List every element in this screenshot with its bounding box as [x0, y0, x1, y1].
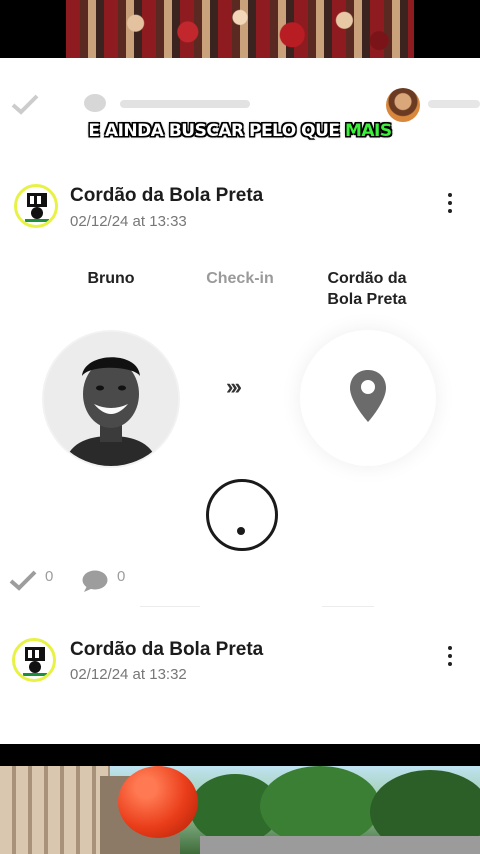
checkin-user-name: Bruno: [87, 270, 135, 287]
like-check-icon[interactable]: [9, 569, 37, 591]
user-photo-icon: [44, 332, 178, 466]
place-name-line2: Bola Preta: [327, 291, 407, 308]
top-crowd-photo: [66, 0, 414, 58]
checkin-action-label: Check-in: [206, 270, 274, 287]
checkin-arrow-icon: ›››: [226, 374, 242, 399]
divider: [140, 606, 200, 607]
video-frame: E AINDA BUSCAR PELO QUE MAIS Cordão da B…: [0, 0, 480, 854]
post-title-2[interactable]: Cordão da Bola Preta: [70, 639, 263, 661]
loading-spinner-icon: [206, 479, 278, 551]
group-logo-avatar[interactable]: [14, 184, 58, 228]
bottom-street-photo: [0, 766, 480, 854]
comment-bubble-icon[interactable]: [81, 569, 109, 593]
faded-check-icon: [11, 94, 39, 115]
post-timestamp: 02/12/24 at 13:33: [70, 213, 187, 230]
bola-preta-logo-icon: [25, 193, 49, 222]
likes-count: 0: [45, 568, 54, 585]
place-location-avatar[interactable]: [300, 330, 436, 466]
more-options-icon[interactable]: [446, 193, 454, 217]
divider: [322, 606, 374, 607]
caption-text: E AINDA BUSCAR PELO QUE: [88, 121, 345, 141]
video-caption: E AINDA BUSCAR PELO QUE MAIS: [0, 121, 480, 141]
group-logo-avatar-2[interactable]: [12, 638, 56, 682]
bola-preta-logo-icon: [23, 647, 47, 676]
road-shape: [200, 836, 480, 854]
more-options-icon-2[interactable]: [446, 646, 454, 670]
checkin-place-name: Cordão da Bola Preta: [310, 268, 424, 310]
red-balloon-shape: [118, 766, 198, 838]
place-name-line1: Cordão da: [327, 270, 407, 287]
faded-name-placeholder: [428, 100, 480, 108]
tree-shape: [260, 766, 380, 846]
location-pin-icon: [350, 370, 386, 422]
faded-text-placeholder: [120, 100, 250, 108]
faded-avatar[interactable]: [386, 88, 420, 122]
building-shape: [0, 766, 110, 854]
post-timestamp-2: 02/12/24 at 13:32: [70, 666, 187, 683]
comments-count: 0: [117, 568, 126, 585]
user-avatar[interactable]: [44, 332, 178, 466]
caption-highlight: MAIS: [344, 121, 392, 141]
faded-comment-icon: [84, 94, 106, 112]
post-title[interactable]: Cordão da Bola Preta: [70, 185, 263, 207]
